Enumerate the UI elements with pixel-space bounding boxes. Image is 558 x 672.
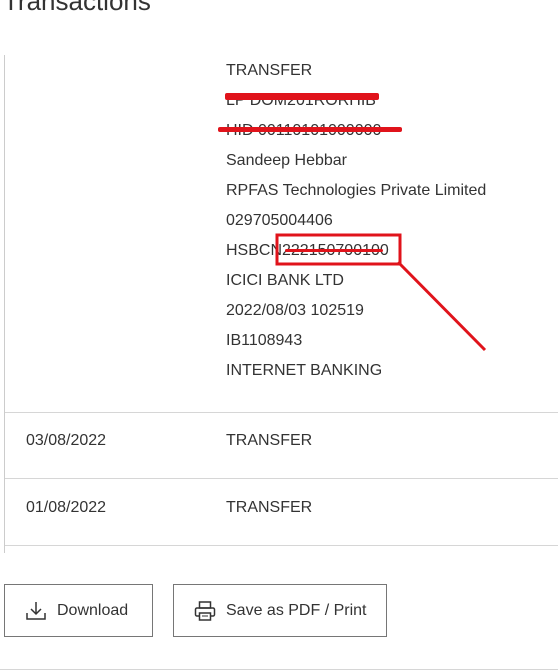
printer-icon [194, 600, 216, 627]
download-button[interactable]: Download [4, 584, 153, 637]
save-pdf-print-label: Save as PDF / Print [226, 602, 367, 619]
highlight-arrow [396, 260, 487, 352]
highlight-box [275, 233, 402, 266]
download-icon [25, 600, 47, 627]
save-pdf-print-button[interactable]: Save as PDF / Print [173, 584, 387, 637]
highlight-annotation [275, 233, 487, 352]
footer-divider [0, 669, 558, 670]
download-label: Download [57, 602, 129, 619]
